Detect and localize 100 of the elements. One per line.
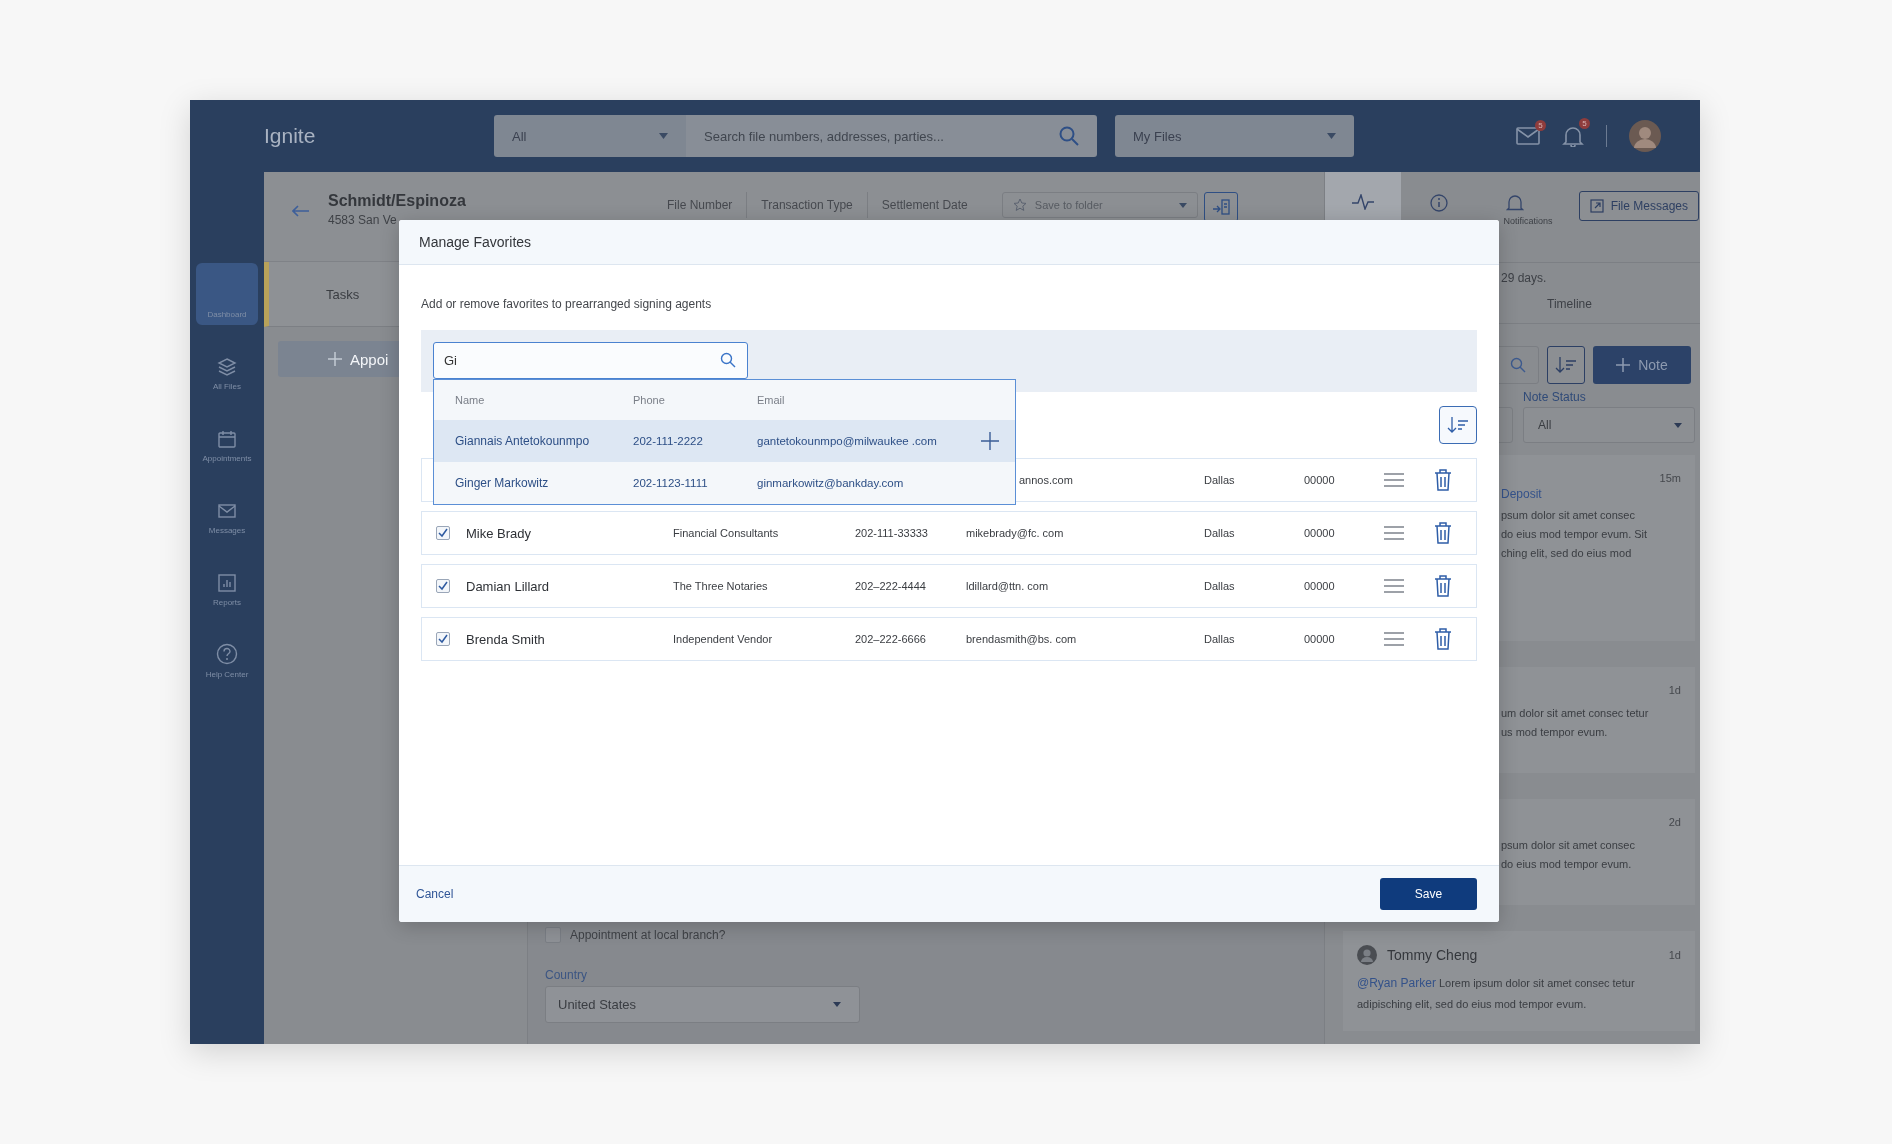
help-icon <box>216 643 238 665</box>
note-author: Tommy Cheng <box>1387 947 1478 963</box>
sidebar-item[interactable]: Help Center <box>196 623 258 685</box>
bell-icon <box>1506 194 1524 212</box>
sidebar-item[interactable]: All Files <box>196 335 258 397</box>
search-icon[interactable] <box>720 352 736 368</box>
drag-handle-icon[interactable] <box>1384 473 1404 487</box>
trash-icon[interactable] <box>1434 575 1452 597</box>
drag-handle-icon[interactable] <box>1384 579 1404 593</box>
note-text: psum dolor sit amet consec <box>1501 839 1636 851</box>
country-dropdown[interactable]: United States <box>545 986 860 1023</box>
suggestion-row[interactable]: Giannais Antetokounmpo 202-111-2222 gantetokounmpo@milwaukee .com <box>434 420 1015 462</box>
avatar[interactable] <box>1629 120 1661 152</box>
note-text: ching elit, sed do eius mod <box>1501 547 1633 559</box>
note-time: 15m <box>1659 472 1681 484</box>
field-label: File Number <box>653 192 748 218</box>
plus-icon <box>328 352 342 366</box>
checkbox-label: Appointment at local branch? <box>570 928 726 942</box>
field-label: Settlement Date <box>880 197 969 214</box>
agent-email: ldillard@ttn. com <box>966 580 1049 592</box>
panel-tab[interactable]: Notifications <box>1477 172 1553 262</box>
bell-icon[interactable] <box>1562 125 1584 147</box>
trash-icon[interactable] <box>1434 522 1452 544</box>
agent-name: Mike Brady <box>466 525 532 541</box>
agent-zip: 00000 <box>1304 633 1335 645</box>
agent-zip: 00000 <box>1304 580 1335 592</box>
note-time: 1d <box>1668 949 1681 961</box>
agent-phone: 202-111-33333 <box>855 527 928 539</box>
note-text: @Ryan Parker Lorem ipsum dolor sit amet consec tetur adipisching elit, sed do eius mod tempor evum. <box>1357 975 1636 1012</box>
sort-icon <box>1447 416 1469 434</box>
dialog-title: Manage Favorites <box>419 234 532 250</box>
agent-phone: 202–222-4444 <box>855 580 926 592</box>
agent-email: mikebrady@fc. com <box>966 527 1064 539</box>
avatar <box>1357 945 1377 965</box>
bell-badge: 5 <box>1579 118 1590 129</box>
sidebar-item[interactable]: Dashboard <box>196 263 258 325</box>
cancel-link[interactable]: Cancel <box>416 887 454 901</box>
save-button[interactable]: Save <box>1380 878 1477 910</box>
agent-company: Independent Vendor <box>673 633 773 645</box>
add-note-button[interactable]: Note <box>1593 346 1691 384</box>
layers-icon <box>217 357 237 377</box>
checkbox[interactable] <box>436 579 450 593</box>
app-logo: Ignite <box>264 124 317 148</box>
checkbox[interactable] <box>545 927 561 943</box>
star-icon <box>1012 198 1027 212</box>
mail-icon <box>217 501 237 521</box>
move-file-button[interactable] <box>1203 192 1238 222</box>
agent-city: Dallas <box>1204 633 1235 645</box>
add-icon[interactable] <box>981 432 999 450</box>
search-icon[interactable] <box>1059 126 1079 146</box>
pulse-icon <box>1352 194 1374 210</box>
search-icon[interactable] <box>1510 357 1526 373</box>
sidebar-item[interactable]: Messages <box>196 479 258 541</box>
note-text: do eius mod tempor evum. Sit <box>1501 528 1649 540</box>
drag-handle-icon[interactable] <box>1384 632 1404 646</box>
country-label: Country <box>545 968 589 982</box>
field-label: Transaction Type <box>747 192 868 218</box>
checkbox[interactable] <box>436 632 450 646</box>
agent-company: The Three Notaries <box>673 580 768 592</box>
suggestion-row[interactable]: Ginger Markowitz 202-1123-1111 ginmarkowitz@bankday.com <box>434 462 1015 504</box>
agent-search-field[interactable]: Gi <box>433 342 748 379</box>
caret-icon <box>1178 202 1187 208</box>
scope-dropdown[interactable]: All <box>494 115 686 157</box>
agent-city: Dallas <box>1204 580 1235 592</box>
file-address: 4583 San Ve <box>328 213 398 227</box>
back-arrow-icon[interactable] <box>292 205 310 217</box>
add-appointment-button[interactable]: Appoi <box>278 341 399 377</box>
checkbox[interactable] <box>436 526 450 540</box>
note-text: um dolor sit amet consec tetur <box>1501 707 1650 719</box>
agent-city: Dallas <box>1204 527 1235 539</box>
plus-icon <box>1616 358 1631 372</box>
bar-chart-icon <box>217 573 237 593</box>
agent-phone: 202–222-6666 <box>855 633 926 645</box>
note-text: us mod tempor evum. <box>1501 726 1609 738</box>
mail-badge: 5 <box>1535 120 1546 131</box>
sort-button[interactable] <box>1547 346 1585 384</box>
calendar-icon <box>217 429 237 449</box>
column-header: Phone <box>633 394 666 406</box>
note-status-dropdown[interactable]: All <box>1523 407 1695 443</box>
agent-name: Damian Lillard <box>466 578 550 594</box>
files-dropdown[interactable]: My Files <box>1115 115 1354 157</box>
agent-zip: 00000 <box>1304 474 1335 486</box>
column-header: Name <box>455 394 486 406</box>
caret-icon <box>1327 133 1336 139</box>
file-messages-button[interactable]: File Messages <box>1578 191 1699 221</box>
note-link[interactable]: Deposit <box>1501 487 1681 501</box>
sidebar-item[interactable]: Appointments <box>196 407 258 469</box>
search-field[interactable]: Search file numbers, addresses, parties... <box>686 115 1097 157</box>
sidebar-item[interactable]: Reports <box>196 551 258 613</box>
agent-email: brendasmith@bs. com <box>966 633 1077 645</box>
trash-icon[interactable] <box>1434 469 1452 491</box>
drag-handle-icon[interactable] <box>1384 526 1404 540</box>
agent-email: annos.com <box>1019 474 1073 486</box>
caret-icon <box>833 1002 841 1007</box>
mention-link[interactable]: @Ryan Parker <box>1357 976 1436 990</box>
trash-icon[interactable] <box>1434 628 1452 650</box>
timeline-tab[interactable]: Timeline <box>1547 297 1592 311</box>
file-title: Schmidt/Espinoza <box>328 192 467 210</box>
sort-button[interactable] <box>1439 406 1477 444</box>
mail-icon[interactable] <box>1516 127 1540 145</box>
